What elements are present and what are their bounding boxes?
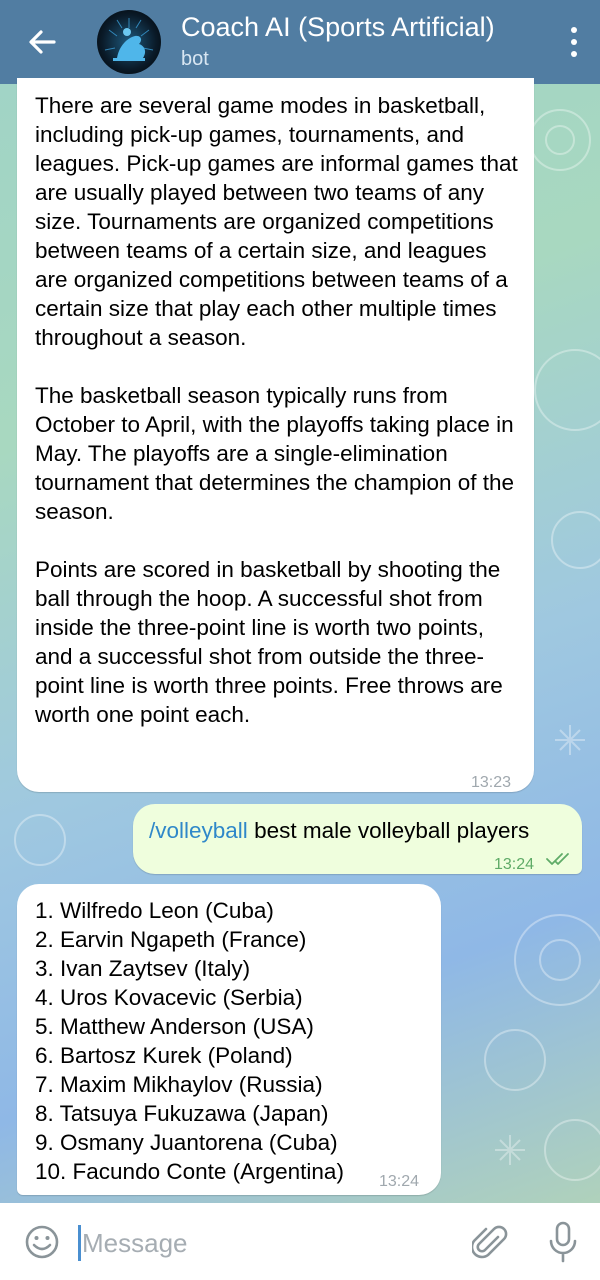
ranked-list: 1. Wilfredo Leon (Cuba) 2. Earvin Ngapet… (35, 896, 441, 1186)
list-item: 5. Matthew Anderson (USA) (35, 1014, 314, 1039)
message-composer (0, 1203, 600, 1280)
list-item: 8. Tatsuya Fukuzawa (Japan) (35, 1101, 329, 1126)
list-item: 2. Earvin Ngapeth (France) (35, 927, 307, 952)
list-item: 6. Bartosz Kurek (Poland) (35, 1043, 293, 1068)
message-time: 13:24 (494, 856, 535, 873)
message-bubble-incoming[interactable]: 1. Wilfredo Leon (Cuba) 2. Earvin Ngapet… (17, 884, 441, 1195)
message-time: 13:24 (379, 1173, 420, 1190)
list-item: 3. Ivan Zaytsev (Italy) (35, 956, 251, 981)
bot-avatar[interactable] (97, 10, 161, 74)
back-arrow-icon[interactable] (22, 22, 62, 62)
bot-command-link[interactable]: /volleyball (149, 818, 248, 843)
chat-header: Coach AI (Sports Artificial) bot (0, 0, 600, 84)
message-text: best male volleyball players (254, 818, 530, 843)
more-vert-icon[interactable] (566, 24, 582, 60)
double-check-icon (546, 853, 569, 865)
list-item: 9. Osmany Juantorena (Cuba) (35, 1130, 338, 1155)
list-item: 4. Uros Kovacevic (Serbia) (35, 985, 303, 1010)
paperclip-icon[interactable] (472, 1223, 508, 1263)
chat-subtitle: bot (181, 48, 209, 70)
message-bubble-incoming[interactable]: There are several game modes in basketba… (17, 78, 534, 792)
message-time: 13:23 (471, 774, 512, 791)
message-bubble-outgoing[interactable]: /volleyball best male volleyball players… (133, 804, 582, 874)
emoji-icon[interactable] (24, 1224, 60, 1260)
list-item: 7. Maxim Mikhaylov (Russia) (35, 1072, 323, 1097)
microphone-icon[interactable] (548, 1221, 578, 1263)
list-item: 1. Wilfredo Leon (Cuba) (35, 898, 274, 923)
message-input[interactable] (80, 1221, 454, 1265)
message-text: There are several game modes in basketba… (35, 93, 518, 727)
chat-title[interactable]: Coach AI (Sports Artificial) (181, 12, 495, 43)
basketball-player-logo (104, 18, 154, 61)
